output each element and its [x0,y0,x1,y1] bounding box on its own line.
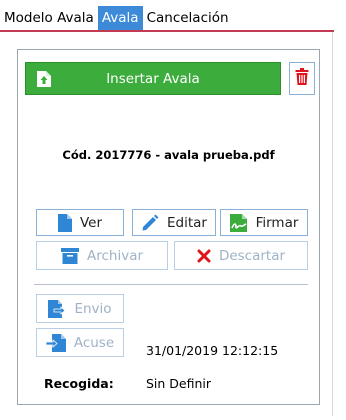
x-icon [197,249,211,263]
tab-cancelacion[interactable]: Cancelación [143,6,233,30]
acuse-button[interactable]: Acuse [36,328,124,357]
tab-underline [0,30,334,32]
separator [34,284,308,285]
recogida-value: Sin Definir [146,376,212,391]
insert-avala-button[interactable]: Insertar Avala [25,62,281,95]
editar-label: Editar [167,214,207,231]
archive-icon [60,247,79,264]
delete-button[interactable] [289,62,315,95]
document-icon [57,213,72,232]
acuse-date: 31/01/2019 12:12:15 [146,343,279,358]
acuse-label: Acuse [73,334,115,351]
tab-avala[interactable]: Avala [97,6,143,30]
envio-label: Envio [74,300,112,317]
tab-modelo-avala[interactable]: Modelo Avala [0,6,98,30]
descartar-button[interactable]: Descartar [174,241,308,270]
firmar-button[interactable]: Firmar [220,209,308,236]
avala-panel: Insertar Avala Cód. 2017776 - avala prue… [17,49,320,405]
page: Modelo Avala Avala Cancelación Insertar … [0,0,346,420]
ver-button[interactable]: Ver [36,209,124,236]
file-name: Cód. 2017776 - avala prueba.pdf [62,148,275,162]
editar-button[interactable]: Editar [132,209,216,236]
ver-label: Ver [79,214,103,231]
tab-bar: Modelo Avala Avala Cancelación [0,6,233,30]
pencil-icon [141,214,159,232]
insert-avala-label: Insertar Avala [106,70,200,87]
descartar-label: Descartar [218,247,286,264]
trash-icon [295,68,309,89]
archivar-button[interactable]: Archivar [36,241,168,270]
signature-icon [229,213,248,232]
firmar-label: Firmar [255,214,299,231]
recogida-label: Recogida: [44,376,114,391]
envio-button[interactable]: Envio [36,294,124,323]
archivar-label: Archivar [86,247,144,264]
document-upload-icon [36,70,52,92]
receipt-icon [45,333,66,352]
send-document-icon [48,299,67,318]
outer-border [332,32,333,416]
